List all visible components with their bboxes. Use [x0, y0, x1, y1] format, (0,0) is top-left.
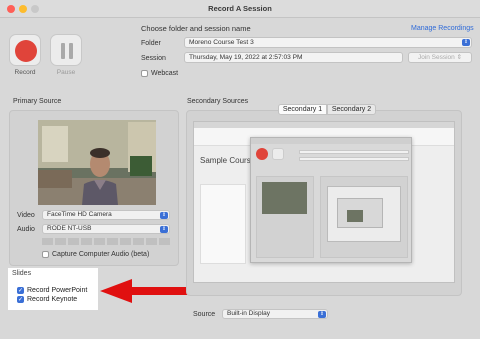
video-value: FaceTime HD Camera — [47, 211, 112, 218]
window-title: Record A Session — [208, 4, 272, 13]
preview-webcam-thumb — [262, 182, 307, 214]
preview-dialog-titlebar — [251, 138, 411, 144]
session-label: Session — [141, 55, 166, 62]
title-bar: Record A Session — [0, 0, 480, 18]
record-button[interactable] — [9, 34, 41, 66]
pause-label: Pause — [56, 69, 76, 76]
webcam-preview — [38, 120, 156, 205]
pause-icon — [61, 43, 73, 59]
slides-section: Slides ✓ Record PowerPoint ✓ Record Keyn… — [8, 268, 98, 310]
preview-record-icon — [256, 148, 268, 160]
pause-button[interactable] — [50, 34, 82, 66]
audio-level-meter — [42, 238, 170, 245]
slides-title: Slides — [12, 270, 32, 277]
folder-select[interactable]: Moreno Course Test 3 ⇕ — [184, 37, 472, 48]
preview-nested-webcam — [347, 210, 363, 222]
join-session-button[interactable]: Join Session ⇕ — [408, 52, 472, 63]
capture-computer-audio-label: Capture Computer Audio (beta) — [52, 251, 150, 258]
preview-pause-icon — [272, 148, 284, 160]
folder-label: Folder — [141, 40, 161, 47]
join-session-label: Join Session — [417, 54, 455, 61]
audio-value: RODE NT-USB — [47, 225, 92, 232]
source-select[interactable]: Built-in Display ⇕ — [222, 309, 328, 319]
tab-secondary-1[interactable]: Secondary 1 — [278, 104, 327, 115]
session-value: Thursday, May 19, 2022 at 2:57:03 PM — [189, 54, 303, 61]
video-select[interactable]: FaceTime HD Camera ⇕ — [42, 210, 170, 220]
record-icon — [15, 40, 37, 62]
record-keynote-label: Record Keynote — [27, 296, 78, 303]
record-powerpoint-checkbox[interactable]: ✓ — [17, 287, 24, 294]
preview-sidebar — [200, 184, 246, 264]
record-label: Record — [14, 69, 36, 76]
record-session-window: Record A Session Record Pause Choose fol… — [0, 0, 480, 339]
webcast-label: Webcast — [151, 70, 179, 77]
capture-computer-audio-checkbox[interactable] — [42, 251, 49, 258]
screen-preview: Sample Course — [193, 121, 455, 283]
chevron-updown-icon: ⇕ — [456, 54, 463, 61]
chevron-updown-icon: ⇕ — [318, 311, 326, 318]
preview-session-field — [299, 157, 409, 161]
form-heading: Choose folder and session name — [141, 24, 251, 33]
preview-title: Sample Course — [200, 156, 256, 165]
folder-value: Moreno Course Test 3 — [189, 39, 254, 46]
preview-folder-field — [299, 150, 409, 154]
chevron-updown-icon: ⇕ — [160, 212, 168, 219]
webcast-checkbox[interactable] — [141, 70, 148, 77]
source-label: Source — [193, 311, 216, 318]
preview-dialog — [250, 137, 412, 263]
session-name-input[interactable]: Thursday, May 19, 2022 at 2:57:03 PM — [184, 52, 403, 63]
chevron-updown-icon: ⇕ — [462, 39, 470, 46]
audio-select[interactable]: RODE NT-USB ⇕ — [42, 224, 170, 234]
record-powerpoint-label: Record PowerPoint — [27, 287, 88, 294]
source-value: Built-in Display — [227, 310, 270, 317]
manage-recordings-link[interactable]: Manage Recordings — [411, 25, 474, 32]
secondary-sources-title: Secondary Sources — [187, 98, 249, 105]
primary-source-title: Primary Source — [13, 98, 62, 105]
audio-label: Audio — [17, 226, 35, 233]
video-label: Video — [17, 212, 35, 219]
chevron-updown-icon: ⇕ — [160, 226, 168, 233]
tab-secondary-2[interactable]: Secondary 2 — [327, 104, 376, 115]
record-keynote-checkbox[interactable]: ✓ — [17, 296, 24, 303]
